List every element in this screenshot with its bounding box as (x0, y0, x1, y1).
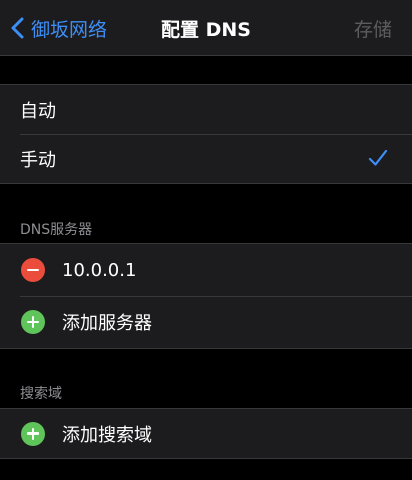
add-server-row[interactable]: 添加服务器 (0, 296, 412, 348)
add-plus-icon[interactable] (21, 421, 45, 446)
dns-mode-group: 自动 手动 (0, 84, 412, 184)
dns-server-address[interactable]: 10.0.0.1 (62, 260, 136, 281)
add-server-label: 添加服务器 (62, 313, 152, 334)
dns-server-row: 10.0.0.1 (0, 244, 412, 296)
page-title: 配置 DNS (161, 19, 251, 41)
add-search-domain-label: 添加搜索域 (62, 424, 152, 446)
add-plus-icon[interactable] (21, 310, 45, 334)
add-search-domain-row[interactable]: 添加搜索域 (0, 409, 412, 458)
divider (20, 296, 412, 297)
option-automatic[interactable]: 自动 (0, 85, 412, 134)
option-automatic-label: 自动 (20, 100, 56, 122)
dns-servers-group: 10.0.0.1 添加服务器 (0, 243, 412, 349)
checkmark-icon (368, 149, 388, 166)
dns-servers-header: DNS服务器 (20, 222, 93, 238)
save-button[interactable]: 存储 (354, 15, 392, 42)
search-domains-group: 添加搜索域 (0, 408, 412, 459)
option-manual-label: 手动 (20, 149, 56, 171)
navigation-bar: 御坂网络 配置 DNS 存储 (0, 0, 412, 56)
delete-minus-icon[interactable] (21, 258, 45, 282)
search-domains-header: 搜索域 (20, 386, 62, 402)
divider (20, 134, 412, 135)
option-manual[interactable]: 手动 (0, 134, 412, 183)
